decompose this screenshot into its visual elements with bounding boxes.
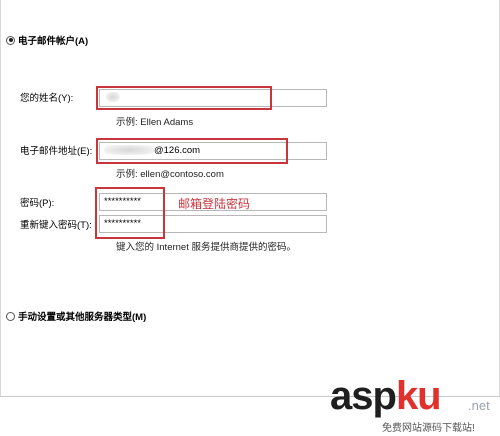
name-label: 您的姓名(Y): <box>20 93 74 104</box>
email-account-option[interactable]: 电子邮件帐户(A) <box>6 33 88 47</box>
blurred-email-user <box>104 145 154 156</box>
name-example: 示例: Ellen Adams <box>116 117 194 128</box>
password-annotation: 邮箱登陆密码 <box>178 197 251 211</box>
password-note: 键入您的 Internet 服务提供商提供的密码。 <box>116 242 296 253</box>
manual-setup-option[interactable]: 手动设置或其他服务器类型(M) <box>6 309 146 323</box>
watermark-brand: aspku <box>330 374 442 418</box>
password-label: 密码(P): <box>20 198 55 209</box>
email-label: 电子邮件地址(E): <box>20 146 93 157</box>
retype-password-label: 重新键入密码(T): <box>20 220 92 231</box>
left-border <box>0 0 1 397</box>
blurred-name <box>106 92 120 103</box>
watermark-subtitle: 免费网站源码下载站! <box>382 423 475 434</box>
email-account-label: 电子邮件帐户(A) <box>18 36 89 47</box>
retype-password-input[interactable]: ********** <box>99 215 327 233</box>
name-input[interactable] <box>99 89 327 107</box>
radio-selected-icon[interactable] <box>6 35 15 45</box>
email-input[interactable]: @126.com <box>99 142 327 160</box>
radio-unselected-icon[interactable] <box>6 311 15 321</box>
manual-setup-label: 手动设置或其他服务器类型(M) <box>18 312 147 323</box>
password-mask: ********** <box>104 196 141 207</box>
email-domain: @126.com <box>154 145 201 156</box>
retype-password-mask: ********** <box>104 218 141 229</box>
email-example: 示例: ellen@contoso.com <box>116 169 224 180</box>
watermark-logo: aspku .net 免费网站源码下载站! <box>326 374 500 436</box>
watermark-suffix: .net <box>468 398 490 413</box>
